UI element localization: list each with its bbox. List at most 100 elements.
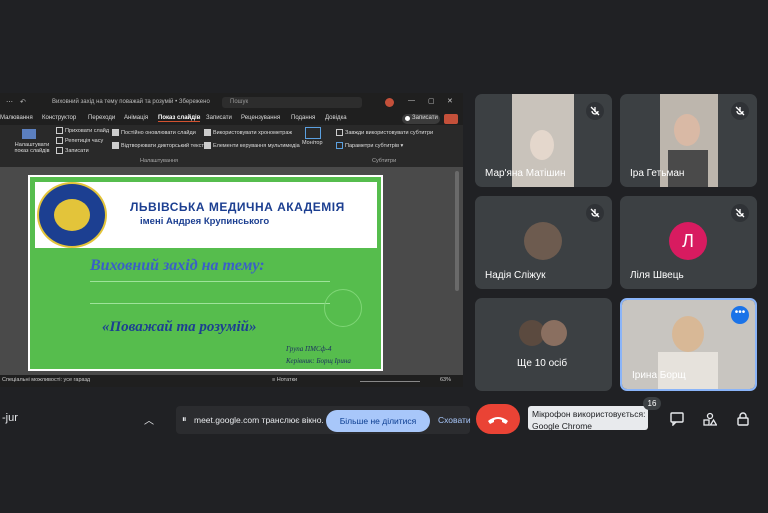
meeting-code: -jur: [2, 412, 18, 424]
slide-group: Група ПМСф-4: [286, 345, 332, 353]
hang-up-icon: [488, 417, 508, 424]
play-narrations-label: Відтворювати дикторський текст: [121, 142, 204, 149]
more-participants-tile[interactable]: Ще 10 осіб: [475, 298, 612, 391]
custom-show-button[interactable]: Налаштувати показ слайдів: [12, 142, 52, 154]
participant-avatar: Л: [669, 222, 707, 260]
host-controls-lock-icon[interactable]: [736, 412, 750, 426]
slide-quote: «Поважай та розумій»: [102, 319, 257, 335]
timer-icon: [56, 137, 63, 144]
academy-logo: [37, 182, 107, 248]
activities-icon[interactable]: [703, 412, 717, 426]
slide-topic: Виховний захід на тему:: [90, 257, 265, 274]
use-timings-checkbox[interactable]: Використовувати хронометраж: [204, 129, 292, 136]
end-call-button[interactable]: [476, 404, 520, 434]
participant-avatar: [541, 320, 567, 346]
tab-slideshow[interactable]: Показ слайдів: [158, 115, 201, 122]
tab-review[interactable]: Рецензування: [241, 115, 280, 121]
slide-header-banner: ЛЬВІВСЬКА МЕДИЧНА АКАДЕМІЯ імені Андрея …: [35, 182, 377, 248]
subtitles-icon: [336, 142, 343, 149]
rehearse-timings-label: Репетиція часу: [65, 137, 104, 144]
participant-name: Ірина Борщ: [632, 370, 686, 381]
record-button[interactable]: Записати: [402, 114, 440, 124]
participant-tile[interactable]: Іра Гетьман: [620, 94, 757, 187]
hide-slide-icon: [56, 127, 63, 134]
academy-name: ЛЬВІВСЬКА МЕДИЧНА АКАДЕМІЯ: [130, 200, 345, 214]
notes-button[interactable]: ≡ Нотатки: [272, 377, 297, 383]
search-input[interactable]: Пошук: [222, 97, 362, 108]
participant-name: Надія Сліжук: [485, 270, 546, 281]
checkbox-checked-icon: [204, 142, 211, 149]
undo-icon[interactable]: ↶: [20, 98, 26, 106]
tab-animations[interactable]: Анімація: [124, 115, 148, 121]
maximize-icon[interactable]: ▢: [428, 97, 435, 105]
slide-editor-area: ЛЬВІВСЬКА МЕДИЧНА АКАДЕМІЯ імені Андрея …: [0, 167, 463, 375]
search-placeholder: Пошук: [230, 99, 249, 105]
current-slide[interactable]: ЛЬВІВСЬКА МЕДИЧНА АКАДЕМІЯ імені Андрея …: [28, 175, 383, 371]
pause-icon: ⏸: [182, 414, 187, 424]
mic-notice-line1: Мікрофон використовується:: [532, 409, 646, 419]
participants-count-badge: 16: [643, 397, 661, 410]
media-controls-checkbox[interactable]: Елементи керування мультимедіа: [204, 142, 300, 149]
mic-off-icon: [731, 102, 749, 120]
zoom-slider[interactable]: [360, 381, 420, 382]
shared-presentation-window: ⋯ ↶ Виховний захід на тему поважай та ро…: [0, 93, 463, 387]
academy-logo-emblem: [54, 199, 90, 231]
more-options-icon[interactable]: •••: [731, 306, 749, 324]
monitor-button[interactable]: Монітор: [302, 140, 323, 146]
checkbox-checked-icon: [204, 129, 211, 136]
always-subtitles-checkbox[interactable]: Завжди використовувати субтитри: [336, 129, 433, 136]
app-menu-icon[interactable]: ⋯: [6, 98, 13, 106]
hide-slide-button[interactable]: Приховати слайд: [56, 127, 109, 134]
chevron-up-icon[interactable]: ︿: [144, 412, 154, 427]
use-timings-label: Використовувати хронометраж: [213, 129, 293, 136]
rehearse-timings-button[interactable]: Репетиція часу: [56, 137, 103, 144]
mic-notice-line2: Google Chrome: [532, 421, 593, 431]
tab-transitions[interactable]: Переходи: [88, 115, 115, 121]
hide-slide-label: Приховати слайд: [65, 127, 110, 134]
tab-help[interactable]: Довідка: [325, 115, 347, 121]
subtitle-settings-button[interactable]: Параметри субтитрів ▾: [336, 142, 403, 149]
chat-icon[interactable]: [670, 412, 684, 426]
share-notification-text: meet.google.com транслює вікно.: [194, 415, 324, 425]
play-narrations-checkbox[interactable]: Відтворювати дикторський текст: [112, 142, 204, 149]
monitor-icon: [305, 127, 321, 139]
minimize-icon[interactable]: —: [408, 97, 415, 104]
subtitle-settings-label: Параметри субтитрів: [345, 142, 399, 149]
window-title: Виховний захід на тему поважай та розумі…: [52, 99, 210, 105]
media-controls-label: Елементи керування мультимедіа: [213, 142, 300, 149]
participant-tile[interactable]: Мар'яна Матішин: [475, 94, 612, 187]
accessibility-status[interactable]: Спеціальні можливості: усе гаразд: [2, 377, 90, 383]
participant-name: Мар'яна Матішин: [485, 168, 566, 179]
zoom-level[interactable]: 63%: [440, 377, 451, 383]
tab-draw[interactable]: Малювання: [0, 115, 33, 121]
record-dot-icon: [405, 116, 410, 121]
share-icon[interactable]: [444, 114, 458, 124]
stop-sharing-button[interactable]: Більше не ділитися: [326, 410, 430, 432]
record-button-label: Записати: [412, 115, 438, 121]
keep-updated-checkbox[interactable]: Постійно оновлювати слайди: [112, 129, 196, 136]
close-icon[interactable]: ✕: [447, 97, 453, 105]
custom-show-icon: [22, 129, 36, 139]
hide-button[interactable]: Сховати: [438, 415, 471, 425]
account-avatar[interactable]: [385, 98, 394, 107]
checkbox-checked-icon: [112, 129, 119, 136]
slide-divider: [90, 303, 330, 304]
slide-leader: Керівник: Борщ Ірина: [286, 357, 351, 365]
mic-in-use-notice: Мікрофон використовується: Google Chrome: [528, 406, 648, 431]
more-participants-label: Ще 10 осіб: [517, 358, 568, 369]
tab-record[interactable]: Записати: [206, 115, 232, 121]
tab-design[interactable]: Конструктор: [42, 115, 76, 121]
notes-label: Нотатки: [276, 377, 298, 383]
ribbon: Налаштувати показ слайдів Приховати слай…: [0, 125, 463, 168]
record-menu-label: Записати: [65, 147, 89, 154]
tab-view[interactable]: Подання: [291, 115, 315, 121]
vertical-scrollbar[interactable]: [455, 171, 459, 291]
participant-tile[interactable]: Л Ліля Швець: [620, 196, 757, 289]
mic-off-icon: [731, 204, 749, 222]
academy-subname: імені Андрея Крупинського: [140, 216, 270, 227]
record-menu-button[interactable]: Записати: [56, 147, 89, 154]
participant-tile[interactable]: Надія Сліжук: [475, 196, 612, 289]
mic-off-icon: [586, 204, 604, 222]
share-notification-bar: ⏸ meet.google.com транслює вікно. Більше…: [176, 406, 471, 434]
participant-tile-active[interactable]: ••• Ірина Борщ: [620, 298, 757, 391]
